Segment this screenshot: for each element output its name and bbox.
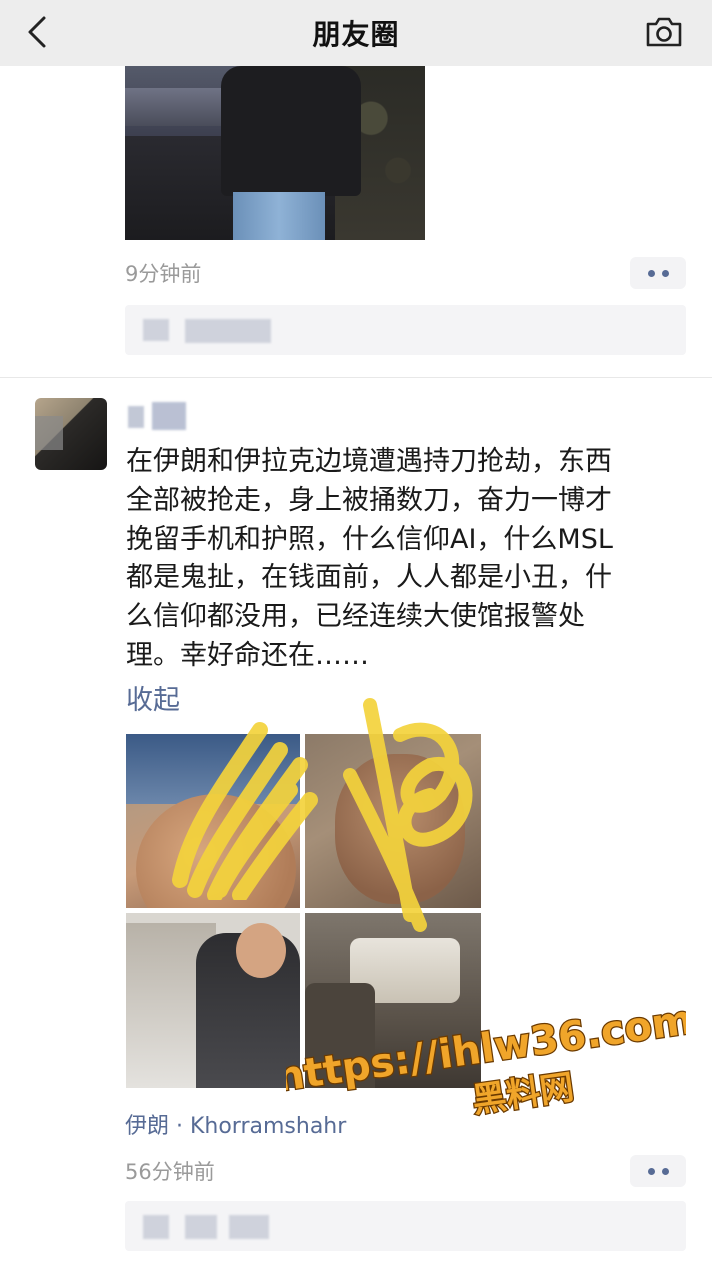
page-title: 朋友圈 bbox=[312, 18, 400, 51]
post-more-button[interactable] bbox=[630, 1155, 686, 1187]
camera-icon[interactable] bbox=[644, 14, 684, 50]
post-location[interactable]: 伊朗 · Khorramshahr bbox=[125, 1108, 346, 1140]
post-text: 在伊朗和伊拉克边境遭遇持刀抢劫，东西 全部被抢走，身上被捅数刀，奋力一博才 挽留… bbox=[126, 446, 613, 671]
previous-post-more-button[interactable] bbox=[630, 257, 686, 289]
post-time: 56分钟前 bbox=[125, 1160, 215, 1184]
blurred-username[interactable] bbox=[128, 402, 186, 430]
blurred-like-name bbox=[229, 1215, 269, 1239]
previous-post-likes bbox=[125, 305, 686, 355]
blurred-like-avatar bbox=[143, 319, 169, 341]
collapse-link[interactable]: 收起 bbox=[126, 678, 180, 717]
post-likes bbox=[125, 1201, 686, 1251]
blurred-like-names bbox=[185, 319, 271, 343]
avatar[interactable] bbox=[35, 398, 107, 470]
nav-bar: 朋友圈 bbox=[0, 0, 712, 66]
blurred-like-avatar bbox=[143, 1215, 169, 1239]
post-photo-2[interactable] bbox=[305, 734, 481, 908]
chevron-left-icon[interactable] bbox=[22, 12, 52, 52]
watermark-name: 黑料网 bbox=[470, 1067, 577, 1121]
post-divider bbox=[0, 377, 712, 378]
post-photo-1[interactable] bbox=[126, 734, 300, 908]
more-dots-icon bbox=[647, 1167, 655, 1175]
previous-post-photo[interactable] bbox=[125, 66, 425, 240]
previous-post-time: 9分钟前 bbox=[125, 262, 202, 286]
blurred-like-name bbox=[185, 1215, 217, 1239]
post-photo-3[interactable] bbox=[126, 913, 300, 1088]
more-dots-icon bbox=[647, 269, 655, 277]
